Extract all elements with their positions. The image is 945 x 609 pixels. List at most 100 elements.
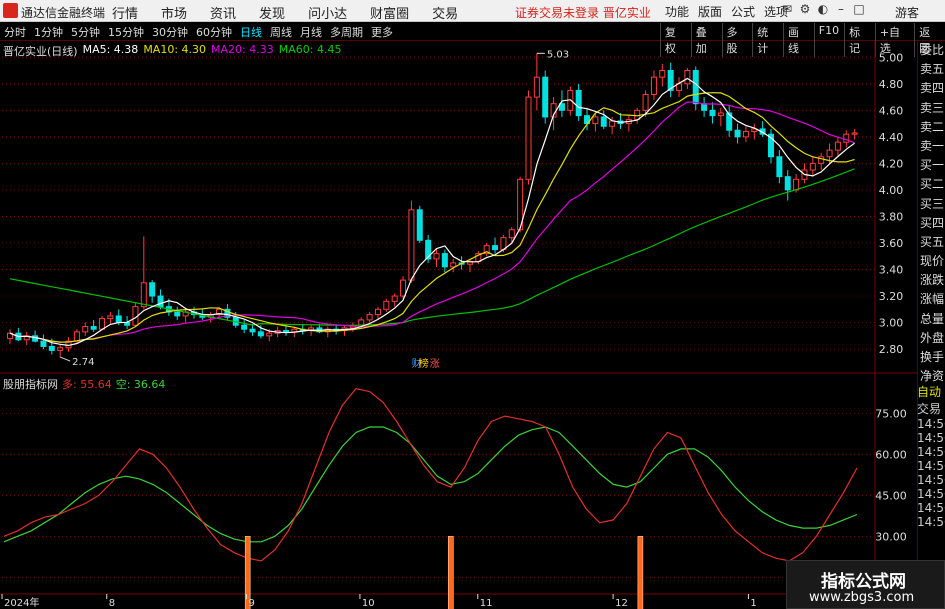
tab-30min[interactable]: 30分钟	[152, 24, 188, 40]
period-tabs: 分时 1分钟 5分钟 15分钟 30分钟 60分钟 日线 周线 月线 多周期 更…	[4, 24, 401, 40]
menu-item-formula[interactable]: 公式	[731, 3, 755, 20]
tab-60min[interactable]: 60分钟	[196, 24, 232, 40]
candle-up	[650, 76, 657, 95]
menu-item-layout[interactable]: 版面	[698, 3, 722, 20]
main-menu: 行情 市场 资讯 发现 问小达 财富圈 交易	[112, 3, 481, 22]
tab-5min[interactable]: 5分钟	[71, 24, 100, 40]
candle-up	[834, 141, 841, 151]
date-label: 8	[109, 598, 115, 609]
trade-label[interactable]: 交易	[917, 402, 941, 416]
menu-item-trade[interactable]: 交易	[432, 3, 458, 22]
candle-up	[140, 282, 147, 308]
quote-field: 买五	[920, 234, 945, 249]
minimize-icon[interactable]: –	[832, 2, 850, 16]
candle-up	[107, 315, 114, 320]
window-icons: ✉ ⚙ ◐ – □	[778, 2, 868, 16]
menu-item-ask[interactable]: 问小达	[308, 3, 347, 22]
trade-time: 14:56	[917, 459, 945, 473]
candle-down	[776, 156, 783, 178]
candle-up	[642, 93, 649, 111]
sub-axis-label: 75.00	[875, 407, 907, 420]
candle-down	[425, 239, 432, 260]
date-label: 1	[750, 598, 756, 609]
user-guest[interactable]: 游客	[895, 4, 919, 21]
event-marker-list: 榜	[419, 357, 429, 370]
candle-down	[416, 209, 423, 241]
event-marker-rise: 涨	[430, 358, 440, 370]
tab-15min[interactable]: 15分钟	[108, 24, 144, 40]
candle-up	[366, 314, 373, 321]
candle-up	[374, 308, 381, 316]
date-label: 12	[615, 598, 628, 609]
low-pointer	[59, 356, 71, 362]
candle-down	[575, 89, 582, 117]
main-axis-label: 4.80	[879, 78, 904, 91]
ma60-line	[9, 168, 855, 326]
candle-up	[358, 319, 365, 326]
app-logo-icon	[3, 3, 18, 18]
quote-field: 委比	[920, 43, 945, 57]
main-axis-label: 3.40	[879, 264, 904, 277]
candle-down	[542, 76, 549, 118]
app-window: 通达信金融终端 行情 市场 资讯 发现 问小达 财富圈 交易 证券交易未登录 晋…	[0, 0, 945, 609]
quote-field: 涨幅	[920, 292, 945, 307]
main-axis-label: 4.20	[879, 157, 904, 170]
quote-field: 买一	[920, 158, 945, 173]
candle-up	[57, 347, 64, 351]
candle-up	[525, 96, 532, 180]
watermark-badge: 指标公式网 www.zbgs3.com	[786, 560, 945, 609]
quote-field: 买三	[920, 196, 945, 211]
date-label: 9	[248, 598, 254, 609]
tab-intraday[interactable]: 分时	[4, 24, 26, 40]
candle-up	[98, 318, 105, 330]
candle-down	[124, 322, 131, 326]
tab-more[interactable]: 更多	[371, 24, 393, 40]
skin-icon[interactable]: ◐	[814, 2, 832, 16]
main-legend: 晋亿实业(日线) MA5: 4.38 MA10: 4.30 MA20: 4.33…	[3, 43, 346, 59]
candle-down	[32, 335, 39, 342]
candle-up	[793, 178, 800, 191]
quote-field: 卖一	[920, 138, 945, 153]
candle-down	[115, 315, 122, 324]
trade-time: 14:56	[917, 445, 945, 459]
quote-field: 卖四	[920, 81, 945, 96]
main-axis-label: 3.20	[879, 290, 904, 303]
stock-name-label[interactable]: 晋亿实业(日线)	[3, 43, 78, 59]
sub-axis-label: 45.00	[875, 489, 907, 502]
quote-field: 卖二	[920, 119, 945, 134]
indicator-name-label[interactable]: 股朋指标网	[3, 376, 58, 392]
tab-1min[interactable]: 1分钟	[34, 24, 63, 40]
menu-item-wealth[interactable]: 财富圈	[370, 3, 409, 22]
candle-down	[784, 176, 791, 191]
candle-up	[742, 131, 749, 138]
menu-item-market[interactable]: 行情	[112, 3, 138, 22]
menu-item-markets[interactable]: 市场	[161, 3, 187, 22]
menu-item-function[interactable]: 功能	[665, 3, 689, 20]
date-label: 2024年	[4, 596, 39, 609]
kline-chart[interactable]: 5.00 4.80 4.60 4.40 4.20 4.00 3.80 3.60 3.40 3.20…	[0, 41, 917, 609]
quote-field: 买二	[920, 177, 945, 192]
menu-item-discover[interactable]: 发现	[259, 3, 285, 22]
main-axis-label: 3.60	[879, 237, 904, 250]
settings-icon[interactable]: ⚙	[796, 2, 814, 16]
quote-field: 外盘	[920, 330, 945, 345]
indicator-legend: 股朋指标网 多: 55.64 空: 36.64	[3, 376, 169, 392]
sub-axis-label: 30.00	[875, 530, 907, 543]
maximize-icon[interactable]: □	[850, 2, 868, 16]
tab-weekly[interactable]: 周线	[270, 24, 292, 40]
candle-up	[684, 70, 691, 85]
tab-daily[interactable]: 日线	[240, 24, 262, 40]
main-axis-label: 4.00	[879, 184, 904, 197]
mail-icon[interactable]: ✉	[778, 2, 796, 16]
main-axis-label: 5.00	[879, 51, 904, 64]
menu-item-news[interactable]: 资讯	[210, 3, 236, 22]
auto-trade-button[interactable]: 自动	[917, 385, 941, 399]
watermark-url: www.zbgs3.com	[809, 590, 915, 605]
quote-field: 卖三	[920, 100, 945, 115]
tab-monthly[interactable]: 月线	[300, 24, 322, 40]
app-title: 通达信金融终端	[21, 6, 106, 20]
trade-time: 14:56	[917, 501, 945, 515]
tab-multi-period[interactable]: 多周期	[330, 24, 363, 40]
trade-side-panel: 自动 交易 14:56 14:56 14:56 14:56 14:56 14:5…	[917, 383, 945, 529]
trade-time: 14:56	[917, 515, 945, 529]
